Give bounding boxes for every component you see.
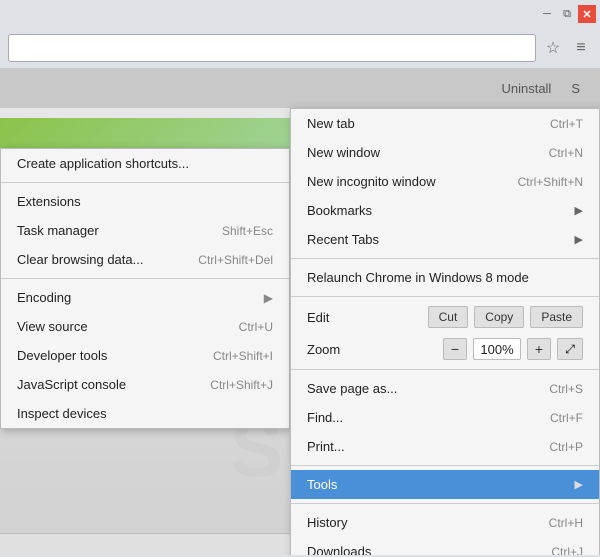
right-menu-zoom-row: Zoom − 100% + ⤢ <box>291 333 599 365</box>
right-menu-downloads[interactable]: Downloads Ctrl+J <box>291 537 599 555</box>
right-menu-relaunch[interactable]: Relaunch Chrome in Windows 8 mode <box>291 263 599 292</box>
right-menu-save-page[interactable]: Save page as... Ctrl+S <box>291 374 599 403</box>
browser-frame: ─ ⧉ ✕ ☆ ≡ Uninstall S Make your we with … <box>0 0 600 557</box>
zoom-out-button[interactable]: − <box>443 338 467 360</box>
right-sep-4 <box>291 465 599 466</box>
title-bar: ─ ⧉ ✕ <box>0 0 600 28</box>
close-button[interactable]: ✕ <box>578 5 596 23</box>
bookmark-icon[interactable]: ☆ <box>542 37 564 59</box>
toolbar: ☆ ≡ <box>0 28 600 68</box>
left-menu-create-shortcuts[interactable]: Create application shortcuts... <box>1 149 289 178</box>
copy-button[interactable]: Copy <box>474 306 524 328</box>
left-separator-1 <box>1 182 289 183</box>
cut-button[interactable]: Cut <box>428 306 469 328</box>
right-menu-edit-row: Edit Cut Copy Paste <box>291 301 599 333</box>
left-menu-encoding[interactable]: Encoding ▶ <box>1 283 289 312</box>
right-menu-history[interactable]: History Ctrl+H <box>291 508 599 537</box>
left-separator-2 <box>1 278 289 279</box>
browser-content: Uninstall S Make your we with Key Lime S… <box>0 68 600 555</box>
omnibox[interactable] <box>8 34 536 62</box>
left-context-menu: Create application shortcuts... Extensio… <box>0 148 290 429</box>
left-menu-js-console[interactable]: JavaScript console Ctrl+Shift+J <box>1 370 289 399</box>
right-menu-print[interactable]: Print... Ctrl+P <box>291 432 599 461</box>
left-menu-extensions[interactable]: Extensions <box>1 187 289 216</box>
paste-button[interactable]: Paste <box>530 306 583 328</box>
right-menu-tools[interactable]: Tools ▶ <box>291 470 599 499</box>
right-menu-incognito[interactable]: New incognito window Ctrl+Shift+N <box>291 167 599 196</box>
right-sep-3 <box>291 369 599 370</box>
right-menu-new-tab[interactable]: New tab Ctrl+T <box>291 109 599 138</box>
right-menu-bookmarks[interactable]: Bookmarks ▶ <box>291 196 599 225</box>
zoom-value: 100% <box>473 338 521 360</box>
left-menu-task-manager[interactable]: Task manager Shift+Esc <box>1 216 289 245</box>
left-menu-inspect-devices[interactable]: Inspect devices <box>1 399 289 428</box>
secondary-link[interactable]: S <box>571 81 580 96</box>
right-sep-2 <box>291 296 599 297</box>
page-header-bar: Uninstall S <box>0 68 600 108</box>
left-menu-view-source[interactable]: View source Ctrl+U <box>1 312 289 341</box>
menu-icon[interactable]: ≡ <box>570 37 592 59</box>
zoom-in-button[interactable]: + <box>527 338 551 360</box>
right-sep-1 <box>291 258 599 259</box>
right-menu-find[interactable]: Find... Ctrl+F <box>291 403 599 432</box>
minimize-button[interactable]: ─ <box>538 5 556 23</box>
right-context-menu: New tab Ctrl+T New window Ctrl+N New inc… <box>290 108 600 555</box>
right-menu-new-window[interactable]: New window Ctrl+N <box>291 138 599 167</box>
right-sep-5 <box>291 503 599 504</box>
right-menu-recent-tabs[interactable]: Recent Tabs ▶ <box>291 225 599 254</box>
uninstall-link[interactable]: Uninstall <box>501 81 551 96</box>
restore-button[interactable]: ⧉ <box>558 5 576 23</box>
left-menu-developer-tools[interactable]: Developer tools Ctrl+Shift+I <box>1 341 289 370</box>
left-menu-clear-browsing[interactable]: Clear browsing data... Ctrl+Shift+Del <box>1 245 289 274</box>
fullscreen-button[interactable]: ⤢ <box>557 338 583 360</box>
